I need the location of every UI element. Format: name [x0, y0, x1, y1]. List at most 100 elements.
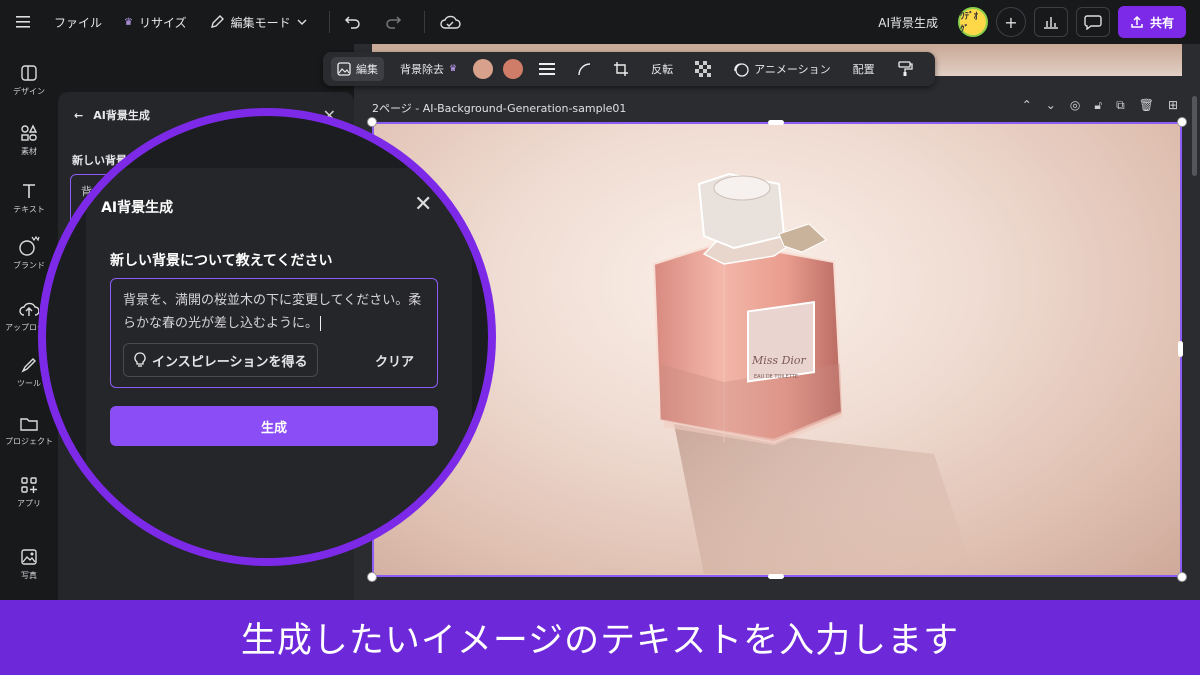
top-bar-right: AI背景生成 ﾜﾃﾞｵｸﾞ + 共有 [878, 0, 1186, 44]
rail-item-text[interactable]: テキスト [0, 182, 58, 215]
rail-item-apps[interactable]: アプリ [0, 476, 58, 509]
transparency-button[interactable] [689, 57, 717, 81]
color-swatch-1[interactable] [473, 59, 494, 79]
crown-icon: ♛ [449, 64, 458, 74]
clear-button[interactable]: クリア [375, 351, 414, 370]
edit-image-button[interactable]: 編集 [331, 57, 384, 81]
rail-item-elements[interactable]: 素材 [0, 124, 58, 157]
edit-label: 編集 [356, 63, 378, 76]
top-bar: ファイル ♛ リサイズ 編集モード AI背景生成 ﾜﾃﾞｵｸﾞ + 共有 [0, 0, 1200, 44]
corner-radius-button[interactable] [571, 58, 597, 80]
elements-icon [21, 124, 38, 141]
cloud-check-icon [439, 15, 461, 29]
rail-label: テキスト [13, 205, 45, 214]
bg-remove-label: 背景除去 [400, 63, 444, 76]
prompt-text: 背景を、満開の桜並木の下に変更してください。柔らかな春の光が差し込むように。 [123, 289, 428, 335]
undo-button[interactable] [344, 14, 362, 30]
corner-icon [578, 63, 591, 76]
redo-button[interactable] [384, 14, 402, 30]
comment-icon [1084, 15, 1102, 30]
resize-handle[interactable] [367, 572, 377, 582]
back-arrow-icon[interactable]: ← [74, 109, 83, 122]
border-style-button[interactable] [533, 58, 561, 80]
bar-chart-icon [1043, 17, 1058, 29]
caption-text: 生成したいイメージのテキストを入力します [240, 621, 960, 661]
document-title[interactable]: AI背景生成 [878, 14, 938, 31]
lock-icon[interactable]: 🔓︎ [1094, 98, 1102, 113]
hide-icon[interactable]: ◎ [1070, 98, 1080, 113]
flip-button[interactable]: 反転 [645, 57, 679, 81]
position-button[interactable]: 配置 [847, 57, 881, 81]
resize-handle[interactable] [1178, 341, 1183, 357]
panel-title: AI背景生成 [93, 109, 150, 122]
crop-button[interactable] [607, 57, 635, 81]
share-label: 共有 [1149, 15, 1174, 30]
resize-handle[interactable] [367, 117, 377, 127]
generate-button[interactable]: 生成 [110, 406, 438, 446]
chevron-down-icon[interactable]: ⌄ [1046, 98, 1056, 113]
animate-button[interactable]: アニメーション [727, 57, 837, 81]
color-swatch-2[interactable] [503, 59, 524, 79]
insights-button[interactable] [1033, 7, 1068, 37]
zoomed-panel-header: ← AI背景生成 [70, 196, 173, 217]
duplicate-icon[interactable]: ⧉ [1116, 98, 1125, 113]
divider [328, 11, 330, 33]
resize-handle[interactable] [1177, 117, 1187, 127]
rail-label: 素材 [21, 147, 37, 156]
share-button[interactable]: 共有 [1117, 6, 1186, 38]
lightbulb-icon [134, 352, 146, 367]
panel-header: ← AI背景生成 [74, 107, 150, 123]
plus-icon: + [1004, 12, 1018, 32]
cloud-save-button[interactable] [439, 14, 461, 30]
bg-remover-button[interactable]: 背景除去 ♛ [394, 57, 463, 81]
rail-item-design[interactable]: デザイン [0, 64, 58, 97]
chevron-down-icon [297, 19, 307, 25]
edit-mode-menu[interactable]: 編集モード [209, 14, 307, 31]
comments-button[interactable] [1075, 7, 1110, 37]
chevron-up-icon[interactable]: ⌃ [1022, 98, 1032, 113]
copy-style-button[interactable] [891, 57, 919, 81]
paint-roller-icon [897, 61, 913, 76]
photo-icon [21, 549, 37, 565]
rail-item-projects[interactable]: プロジェクト [0, 416, 58, 447]
resize-handle[interactable] [768, 574, 784, 579]
image-edit-icon [337, 62, 351, 76]
rail-item-photos[interactable]: 写真 [0, 548, 58, 581]
redo-icon [385, 16, 401, 29]
prompt-textarea[interactable]: 背景を、満開の桜並木の下に変更してください。柔らかな春の光が差し込むように。 イ… [110, 278, 438, 388]
rail-label: プロジェクト [5, 437, 53, 446]
prompt-label: 新しい背景について教えてください [110, 253, 333, 269]
rail-label: デザイン [13, 87, 45, 96]
text-caret [320, 316, 322, 331]
bottle-label-line2: EAU DE TOILETTE [754, 374, 798, 380]
brand-icon [19, 236, 40, 256]
file-menu[interactable]: ファイル [54, 14, 102, 31]
bottle-label-line1: Miss Dior [751, 354, 807, 367]
scrollbar[interactable] [1192, 96, 1197, 176]
zoom-magnifier: ← AI背景生成 ✕ 新しい背景について教えてください 背景を、満開の桜並木の下… [38, 108, 496, 566]
add-collaborator-button[interactable]: + [995, 7, 1026, 37]
back-arrow-icon[interactable]: ← [70, 196, 85, 217]
line-weight-icon [539, 63, 556, 75]
menu-button[interactable] [16, 15, 32, 29]
avatar-text: ﾜﾃﾞｵｸﾞ [959, 12, 978, 35]
rail-label: ブランド [13, 261, 45, 270]
file-label: ファイル [54, 15, 103, 30]
edit-mode-label: 編集モード [230, 15, 291, 30]
avatar[interactable]: ﾜﾃﾞｵｸﾞ [957, 7, 988, 37]
resize-handle[interactable] [768, 120, 784, 125]
resize-menu[interactable]: ♛ リサイズ [124, 14, 187, 31]
inspiration-button[interactable]: インスピレーションを得る [123, 343, 319, 377]
text-icon [23, 184, 35, 198]
add-page-icon[interactable]: ⊞ [1168, 98, 1178, 113]
design-icon [21, 65, 37, 81]
trash-icon[interactable]: 🗑︎ [1139, 98, 1154, 113]
divider [423, 11, 425, 33]
page-actions: ⌃ ⌄ ◎ 🔓︎ ⧉ 🗑︎ ⊞ [1022, 98, 1178, 113]
position-label: 配置 [852, 63, 875, 76]
crown-icon: ♛ [124, 16, 133, 28]
resize-handle[interactable] [1177, 572, 1187, 582]
inspiration-label: インスピレーションを得る [152, 354, 308, 370]
page-title[interactable]: 2ページ - AI-Background-Generation-sample01 [372, 100, 626, 116]
close-icon[interactable]: ✕ [414, 192, 432, 217]
